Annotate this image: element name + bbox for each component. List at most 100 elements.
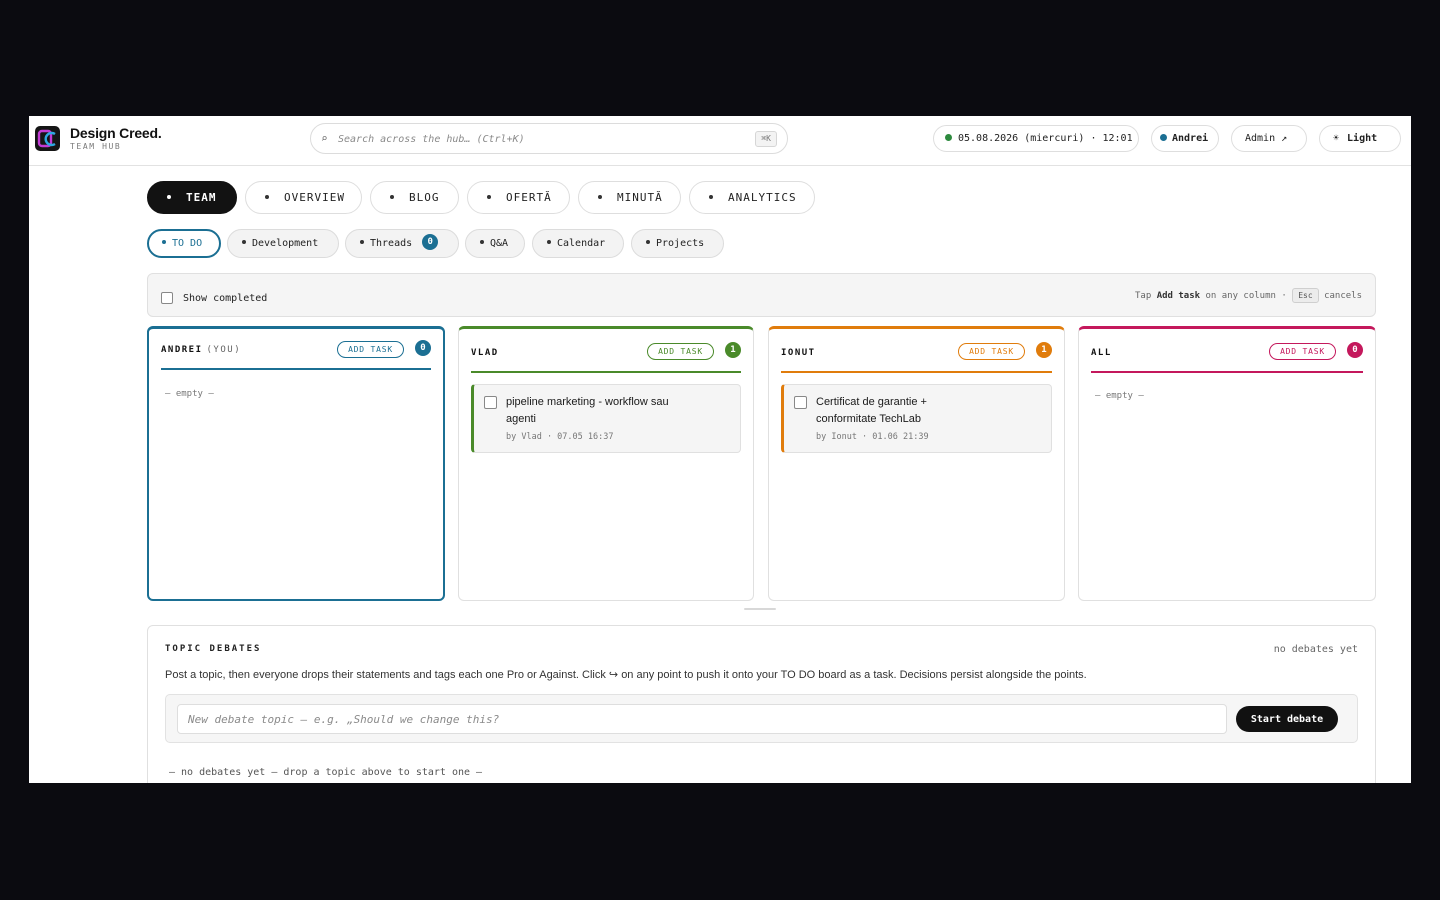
search-input[interactable] <box>338 130 738 148</box>
tab-team[interactable]: TEAM <box>147 181 237 214</box>
subtab-projects[interactable]: Projects <box>631 229 724 258</box>
column-header: ALL ADD TASK 0 <box>1091 329 1363 373</box>
subtab-calendar[interactable]: Calendar <box>532 229 624 258</box>
theme-toggle-button[interactable]: ☀ Light <box>1319 125 1401 152</box>
column-header: ANDREI (YOU) ADD TASK 0 <box>161 329 431 373</box>
column-divider <box>1091 371 1363 373</box>
hint-text: cancels <box>1324 291 1362 301</box>
column-ionut: IONUT ADD TASK 1 Certificat de garantie … <box>768 326 1065 601</box>
logo-icon[interactable] <box>35 126 60 151</box>
subtab-label: Calendar <box>557 238 606 249</box>
column-title: ANDREI (YOU) <box>161 345 242 355</box>
tab-bullet-icon <box>390 195 394 199</box>
subtab-label: Q&A <box>490 238 509 249</box>
subtab-bullet-icon <box>646 240 650 244</box>
resize-handle[interactable] <box>744 608 776 610</box>
debates-title: TOPIC DEBATES <box>165 644 262 654</box>
you-label: (YOU) <box>206 345 242 355</box>
debates-status: no debates yet <box>1273 644 1358 655</box>
subtab-todo[interactable]: TO DO <box>147 229 221 258</box>
hint-text: on any column · <box>1205 291 1287 301</box>
date-time-text: 05.08.2026 (miercuri) · 12:01 <box>958 133 1133 144</box>
task-count-badge: 1 <box>1036 342 1052 358</box>
search-icon: ⌕ <box>321 132 328 145</box>
task-count-badge: 1 <box>725 342 741 358</box>
hint-emphasis: Add task <box>1156 291 1201 301</box>
subtab-label: TO DO <box>172 238 203 249</box>
subtab-label: Threads <box>370 238 413 249</box>
brand-subtitle: TEAM HUB <box>70 142 122 151</box>
column-title: ALL <box>1091 348 1112 358</box>
hint-text: Tap <box>1135 291 1152 301</box>
tab-label: OVERVIEW <box>284 191 345 204</box>
tab-bullet-icon <box>487 195 491 199</box>
subtab-threads[interactable]: Threads 0 <box>345 229 459 258</box>
column-header: VLAD ADD TASK 1 <box>471 329 741 373</box>
column-header: IONUT ADD TASK 1 <box>781 329 1052 373</box>
column-all: ALL ADD TASK 0 — empty — <box>1078 326 1376 601</box>
start-debate-button[interactable]: Start debate <box>1236 706 1338 732</box>
app-window: Design Creed. TEAM HUB ⌕ ⌘K 05.08.2026 (… <box>29 116 1411 783</box>
online-status-dot <box>945 133 952 141</box>
add-task-button[interactable]: ADD TASK <box>647 343 714 360</box>
column-andrei: ANDREI (YOU) ADD TASK 0 — empty — <box>147 326 445 601</box>
empty-state: — empty — <box>165 389 214 399</box>
column-divider <box>161 368 431 370</box>
tab-minuta[interactable]: MINUTĂ <box>578 181 681 214</box>
user-status-dot <box>1160 133 1167 141</box>
date-time-pill: 05.08.2026 (miercuri) · 12:01 <box>933 125 1139 152</box>
task-card[interactable]: Certificat de garantie + conformitate Te… <box>781 384 1052 453</box>
tab-label: OFERTĂ <box>506 191 552 204</box>
user-pill[interactable]: Andrei <box>1151 125 1219 152</box>
tab-label: BLOG <box>409 191 440 204</box>
search-shortcut-hint: ⌘K <box>755 131 777 147</box>
tab-bullet-icon <box>709 195 713 199</box>
tab-label: TEAM <box>186 191 217 204</box>
task-title: Certificat de garantie + conformitate Te… <box>816 396 927 425</box>
add-task-button[interactable]: ADD TASK <box>1269 343 1336 360</box>
top-bar: Design Creed. TEAM HUB ⌕ ⌘K 05.08.2026 (… <box>29 116 1411 166</box>
subtab-label: Development <box>252 238 319 249</box>
subtab-bullet-icon <box>242 240 246 244</box>
sun-icon: ☀ <box>1333 133 1340 144</box>
subtab-bullet-icon <box>480 240 484 244</box>
show-completed-label[interactable]: Show completed <box>183 293 267 304</box>
empty-state: — empty — <box>1095 391 1144 401</box>
tab-blog[interactable]: BLOG <box>370 181 459 214</box>
debates-empty-state: — no debates yet — drop a topic above to… <box>169 767 483 778</box>
subtab-bullet-icon <box>360 240 364 244</box>
subtab-label: Projects <box>656 238 705 249</box>
admin-link[interactable]: Admin ↗ <box>1231 125 1307 152</box>
tab-bullet-icon <box>265 195 269 199</box>
keyboard-hint: Tap Add task on any column · Esc cancels <box>1135 288 1362 303</box>
new-debate-form: Start debate <box>165 694 1358 743</box>
subtab-bullet-icon <box>547 240 551 244</box>
subtab-development[interactable]: Development <box>227 229 339 258</box>
tab-label: ANALYTICS <box>728 191 797 204</box>
show-completed-checkbox[interactable] <box>161 292 173 304</box>
subtab-qa[interactable]: Q&A <box>465 229 525 258</box>
task-meta: by Ionut · 01.06 21:39 <box>816 432 929 442</box>
task-complete-checkbox[interactable] <box>484 396 497 409</box>
task-count-badge: 0 <box>1347 342 1363 358</box>
admin-label: Admin ↗ <box>1245 133 1288 144</box>
board-toolbar: Show completed Tap Add task on any colum… <box>147 273 1376 317</box>
search-bar[interactable]: ⌕ ⌘K <box>310 123 788 154</box>
column-vlad: VLAD ADD TASK 1 pipeline marketing - wor… <box>458 326 754 601</box>
theme-label: Light <box>1347 133 1378 144</box>
user-name: Andrei <box>1172 133 1209 144</box>
column-divider <box>471 371 741 373</box>
esc-key-hint: Esc <box>1292 288 1319 303</box>
add-task-button[interactable]: ADD TASK <box>958 343 1025 360</box>
task-title: pipeline marketing - workflow sau agenti <box>506 396 669 425</box>
add-task-button[interactable]: ADD TASK <box>337 341 404 358</box>
tab-oferta[interactable]: OFERTĂ <box>467 181 570 214</box>
tab-bullet-icon <box>167 195 171 199</box>
debate-topic-input[interactable] <box>177 704 1227 734</box>
column-divider <box>781 371 1052 373</box>
task-complete-checkbox[interactable] <box>794 396 807 409</box>
task-card[interactable]: pipeline marketing - workflow sau agenti… <box>471 384 741 453</box>
tab-overview[interactable]: OVERVIEW <box>245 181 362 214</box>
tab-analytics[interactable]: ANALYTICS <box>689 181 815 214</box>
topic-debates-panel: TOPIC DEBATES no debates yet Post a topi… <box>147 625 1376 783</box>
